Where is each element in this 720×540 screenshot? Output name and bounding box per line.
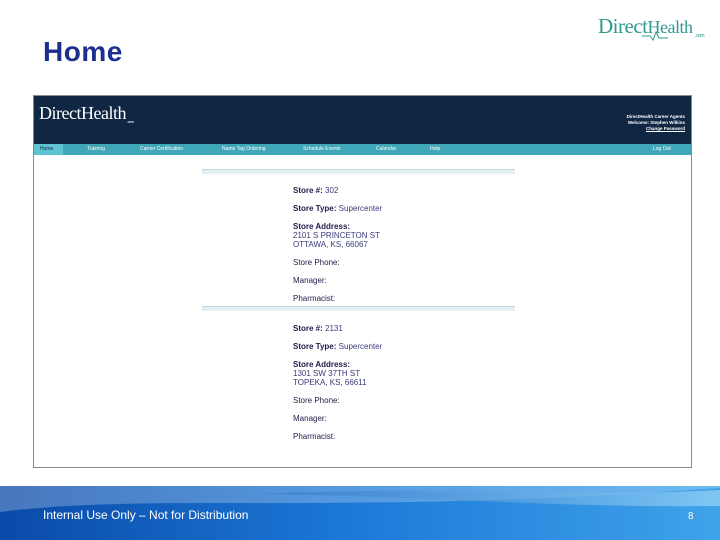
app-screenshot: DirectHealth.com DirectHealth Career Age…: [33, 95, 692, 468]
nav-calendar[interactable]: Calendar: [376, 144, 396, 155]
card-divider: [202, 169, 515, 174]
store-number-label: Store #:: [293, 186, 323, 195]
nav-log-out[interactable]: Log Out: [653, 144, 671, 155]
card-divider: [202, 306, 515, 311]
store-number-row: Store #: 2131: [293, 324, 343, 333]
store-address-row: Store Address: 2101 S PRINCETON ST OTTAW…: [293, 222, 380, 249]
heartbeat-icon: [642, 30, 668, 42]
store-address-label: Store Address:: [293, 360, 351, 369]
app-logo-health: Health: [80, 103, 126, 123]
store-type-value: Supercenter: [338, 342, 383, 351]
store-address-line2: OTTAWA, KS, 66067: [293, 240, 368, 249]
page-number: 8: [688, 511, 694, 522]
nav-help[interactable]: Help: [430, 144, 440, 155]
nav-schedule-events[interactable]: Schedule Events: [303, 144, 341, 155]
store-address-line2: TOPEKA, KS, 66611: [293, 378, 367, 387]
brand-logo: DirectHealth .com: [598, 14, 706, 44]
app-logo-suffix: .com: [126, 119, 134, 124]
manager-label: Manager:: [293, 414, 327, 423]
store-type-label: Store Type:: [293, 204, 337, 213]
store-number-row: Store #: 302: [293, 186, 338, 195]
store-type-row: Store Type: Supercenter: [293, 204, 382, 213]
store-number-label: Store #:: [293, 324, 323, 333]
pharmacist-label: Pharmacist:: [293, 432, 336, 441]
nav-home[interactable]: Home: [34, 144, 64, 155]
footer-note: Internal Use Only – Not for Distribution: [43, 508, 249, 522]
store-number-value: 302: [325, 186, 339, 195]
pharmacist-label: Pharmacist:: [293, 294, 336, 303]
store-address-line1: 1301 SW 37TH ST: [293, 369, 361, 378]
store-type-label: Store Type:: [293, 342, 337, 351]
store-address-line1: 2101 S PRINCETON ST: [293, 231, 380, 240]
app-header: DirectHealth.com DirectHealth Career Age…: [34, 96, 691, 144]
slide-title: Home: [43, 36, 123, 67]
store-phone-label: Store Phone:: [293, 258, 340, 267]
store-type-row: Store Type: Supercenter: [293, 342, 382, 351]
app-content: Store #: 302 Store Type: Supercenter Sto…: [34, 155, 691, 467]
nav-name-tag-ordering[interactable]: Name Tag Ordering: [222, 144, 266, 155]
store-type-value: Supercenter: [338, 204, 383, 213]
nav-training[interactable]: Training: [87, 144, 105, 155]
store-address-label: Store Address:: [293, 222, 351, 231]
store-phone-label: Store Phone:: [293, 396, 340, 405]
manager-label: Manager:: [293, 276, 327, 285]
change-password-link[interactable]: Change Password: [627, 126, 685, 132]
app-nav: Home Training Carrier Certification Name…: [34, 144, 691, 155]
app-logo-direct: Direct: [39, 103, 81, 123]
app-logo[interactable]: DirectHealth.com: [39, 103, 134, 124]
nav-carrier-certification[interactable]: Carrier Certification: [140, 144, 183, 155]
user-panel: DirectHealth Career Agents Welcome: Step…: [627, 114, 685, 132]
store-number-value: 2131: [325, 324, 343, 333]
store-address-row: Store Address: 1301 SW 37TH ST TOPEKA, K…: [293, 360, 367, 387]
